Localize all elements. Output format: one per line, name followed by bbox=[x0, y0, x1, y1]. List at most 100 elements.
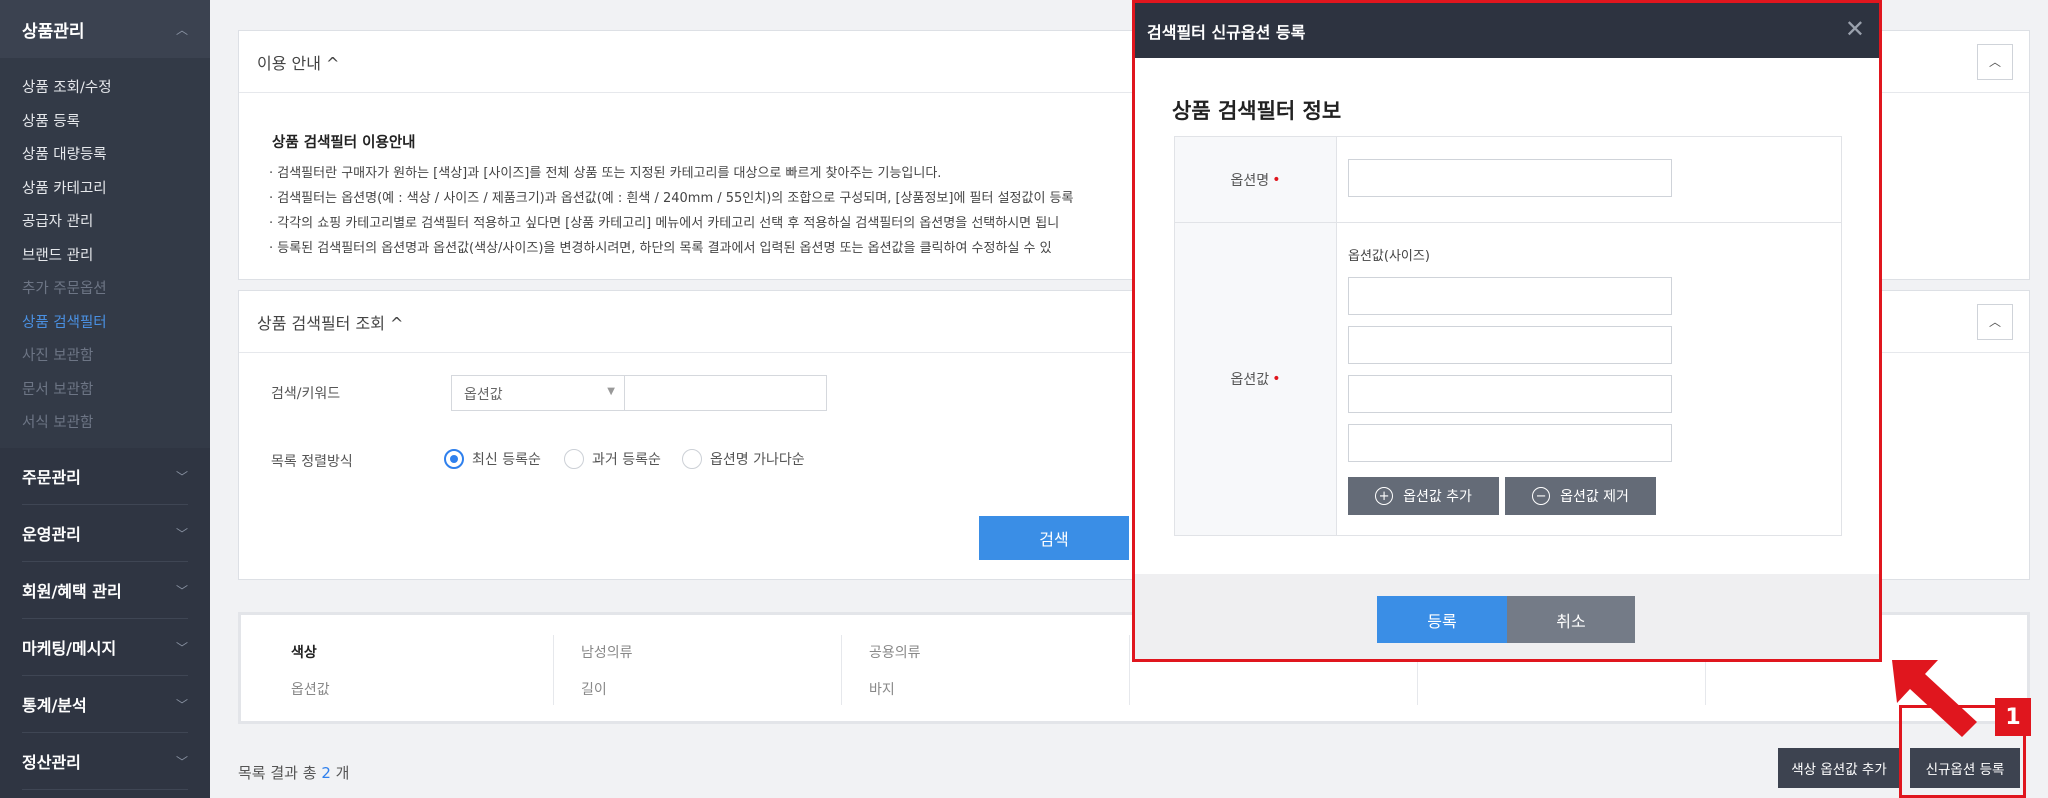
sidebar-group-label: 통계/분석 bbox=[22, 696, 87, 715]
chevron-down-icon: ﹀ bbox=[175, 640, 188, 655]
sidebar-group-order[interactable]: 주문관리 ﹀ bbox=[22, 448, 188, 505]
radio-icon bbox=[564, 449, 584, 469]
step-badge: 1 bbox=[1995, 698, 2031, 736]
modal-header: 검색필터 신규옵션 등록 ✕ bbox=[1135, 3, 1879, 58]
sidebar-group-label: 회원/혜택 관리 bbox=[22, 582, 122, 601]
collapse-button[interactable]: ︿ bbox=[1977, 43, 2013, 80]
guide-list: · 검색필터란 구매자가 원하는 [색상]과 [사이즈]를 전체 상품 또는 지… bbox=[269, 161, 1169, 261]
chevron-down-icon: ﹀ bbox=[175, 697, 188, 712]
sidebar-item-product-edit[interactable]: 상품 조회/수정 bbox=[0, 72, 210, 106]
button-label: 옵션값 추가 bbox=[1403, 489, 1472, 505]
search-header-label: 상품 검색필터 조회 ^ bbox=[257, 313, 404, 333]
guide-header-label: 이용 안내 ^ bbox=[257, 53, 340, 73]
guide-title: 상품 검색필터 이용안내 bbox=[272, 135, 416, 151]
radio-label: 옵션명 가나다순 bbox=[710, 452, 805, 468]
label-text: 옵션명 bbox=[1230, 172, 1270, 189]
sidebar-group-label: 정산관리 bbox=[22, 753, 81, 772]
chevron-down-icon: ▼ bbox=[607, 386, 615, 397]
sidebar: 상품관리 ︿ 상품 조회/수정 상품 등록 상품 대량등록 상품 카테고리 공급… bbox=[0, 0, 210, 798]
sort-radio-alpha[interactable]: 옵션명 가나다순 bbox=[682, 449, 805, 469]
chevron-up-icon: ︿ bbox=[1988, 55, 2001, 69]
option-name-input[interactable] bbox=[1348, 159, 1672, 197]
sidebar-group-label: 마케팅/메시지 bbox=[22, 639, 117, 658]
sidebar-item-product-register[interactable]: 상품 등록 bbox=[0, 106, 210, 140]
sidebar-item-bulk-register[interactable]: 상품 대량등록 bbox=[0, 139, 210, 173]
sidebar-section-title: 상품관리 bbox=[22, 21, 85, 42]
sidebar-item-brand[interactable]: 브랜드 관리 bbox=[0, 240, 210, 274]
sidebar-item-search-filter[interactable]: 상품 검색필터 bbox=[0, 307, 210, 341]
search-button[interactable]: 검색 bbox=[979, 516, 1129, 560]
sidebar-group-marketing[interactable]: 마케팅/메시지 ﹀ bbox=[22, 619, 188, 676]
register-button[interactable]: 등록 bbox=[1377, 596, 1507, 643]
sidebar-submenu: 상품 조회/수정 상품 등록 상품 대량등록 상품 카테고리 공급자 관리 브랜… bbox=[0, 58, 210, 448]
option-form: 옵션명 • 옵션값 • 옵션값(사이즈) + 옵션값 추가 − 옵션값 제거 bbox=[1174, 136, 1842, 536]
chevron-up-icon: ︿ bbox=[175, 22, 188, 37]
chevron-down-icon: ﹀ bbox=[175, 469, 188, 484]
option-value-sub-label: 옵션값(사이즈) bbox=[1348, 249, 1430, 264]
option-value-input[interactable] bbox=[1348, 375, 1672, 413]
sidebar-group-label: 운영관리 bbox=[22, 525, 81, 544]
minus-circle-icon: − bbox=[1532, 487, 1551, 505]
add-value-button[interactable]: + 옵션값 추가 bbox=[1348, 477, 1499, 515]
modal-footer: 등록 취소 bbox=[1135, 574, 1879, 659]
chevron-up-icon: ︿ bbox=[1988, 315, 2001, 329]
result-number: 2 bbox=[321, 764, 331, 782]
radio-label: 최신 등록순 bbox=[472, 452, 541, 468]
guide-line: · 등록된 검색필터의 옵션명과 옵션값(색상/사이즈)을 변경하시려면, 하단… bbox=[269, 241, 1052, 256]
new-option-modal: 검색필터 신규옵션 등록 ✕ 상품 검색필터 정보 옵션명 • 옵션값 • 옵션값(… bbox=[1132, 0, 1882, 662]
option-value-input[interactable] bbox=[1348, 326, 1672, 364]
sidebar-item-doc-storage[interactable]: 문서 보관함 bbox=[0, 374, 210, 408]
modal-section-title: 상품 검색필터 정보 bbox=[1172, 99, 1342, 123]
sidebar-item-order-option[interactable]: 추가 주문옵션 bbox=[0, 273, 210, 307]
sidebar-item-form-storage[interactable]: 서식 보관함 bbox=[0, 407, 210, 441]
guide-line: · 검색필터란 구매자가 원하는 [색상]과 [사이즈]를 전체 상품 또는 지… bbox=[269, 166, 942, 181]
table-head-cell[interactable]: 색상 bbox=[291, 642, 317, 662]
column-divider bbox=[841, 635, 842, 705]
sort-radio-oldest[interactable]: 과거 등록순 bbox=[564, 449, 661, 469]
chevron-down-icon: ﹀ bbox=[175, 583, 188, 598]
required-icon: • bbox=[1272, 371, 1281, 387]
sidebar-group-label: 주문관리 bbox=[22, 468, 81, 487]
select-value: 옵션값 bbox=[464, 387, 503, 403]
sidebar-item-supplier[interactable]: 공급자 관리 bbox=[0, 206, 210, 240]
option-value-input[interactable] bbox=[1348, 277, 1672, 315]
add-color-option-button[interactable]: 색상 옵션값 추가 bbox=[1778, 748, 1900, 788]
column-divider bbox=[553, 635, 554, 705]
guide-line: · 검색필터는 옵션명(예 : 색상 / 사이즈 / 제품크기)과 옵션값(예 … bbox=[269, 191, 1074, 206]
sidebar-group-operation[interactable]: 운영관리 ﹀ bbox=[22, 505, 188, 562]
arrow-icon bbox=[1892, 660, 1977, 737]
sidebar-section-product[interactable]: 상품관리 ︿ bbox=[0, 0, 210, 58]
sidebar-item-category[interactable]: 상품 카테고리 bbox=[0, 173, 210, 207]
collapse-button[interactable]: ︿ bbox=[1977, 303, 2013, 340]
remove-value-button[interactable]: − 옵션값 제거 bbox=[1505, 477, 1656, 515]
keyword-input[interactable] bbox=[624, 375, 827, 411]
modal-window-title: 검색필터 신규옵션 등록 bbox=[1147, 22, 1306, 42]
label-text: 옵션값 bbox=[1230, 372, 1270, 388]
radio-checked-icon bbox=[444, 449, 464, 469]
result-count: 목록 결과 총 2 개 bbox=[238, 762, 349, 783]
sort-label: 목록 정렬방식 bbox=[271, 454, 353, 470]
sidebar-item-photo-storage[interactable]: 사진 보관함 bbox=[0, 340, 210, 374]
plus-circle-icon: + bbox=[1375, 487, 1394, 505]
close-icon[interactable]: ✕ bbox=[1845, 15, 1865, 43]
button-label: 옵션값 제거 bbox=[1560, 489, 1629, 505]
chevron-down-icon: ﹀ bbox=[175, 526, 188, 541]
sidebar-group-member[interactable]: 회원/혜택 관리 ﹀ bbox=[22, 562, 188, 619]
column-divider bbox=[1129, 635, 1130, 705]
result-suffix: 개 bbox=[335, 764, 350, 782]
option-name-row: 옵션명 • bbox=[1175, 137, 1841, 223]
required-icon: • bbox=[1272, 171, 1281, 188]
guide-line: · 각각의 쇼핑 카테고리별로 검색필터 적용하고 싶다면 [상품 카테고리] … bbox=[269, 216, 1060, 231]
option-value-input[interactable] bbox=[1348, 424, 1672, 462]
table-sub-cell[interactable]: 길이 bbox=[581, 679, 607, 699]
cancel-button[interactable]: 취소 bbox=[1507, 596, 1635, 643]
table-sub-cell[interactable]: 옵션값 bbox=[291, 679, 330, 699]
sidebar-group-settlement[interactable]: 정산관리 ﹀ bbox=[22, 733, 188, 790]
sort-radio-newest[interactable]: 최신 등록순 bbox=[444, 449, 541, 469]
search-type-select[interactable]: 옵션값 ▼ bbox=[451, 375, 626, 411]
table-head-cell[interactable]: 공용의류 bbox=[869, 642, 921, 662]
table-sub-cell[interactable]: 바지 bbox=[869, 679, 895, 699]
result-prefix: 목록 결과 총 bbox=[238, 764, 317, 782]
table-head-cell[interactable]: 남성의류 bbox=[581, 642, 633, 662]
sidebar-group-stats[interactable]: 통계/분석 ﹀ bbox=[22, 676, 188, 733]
